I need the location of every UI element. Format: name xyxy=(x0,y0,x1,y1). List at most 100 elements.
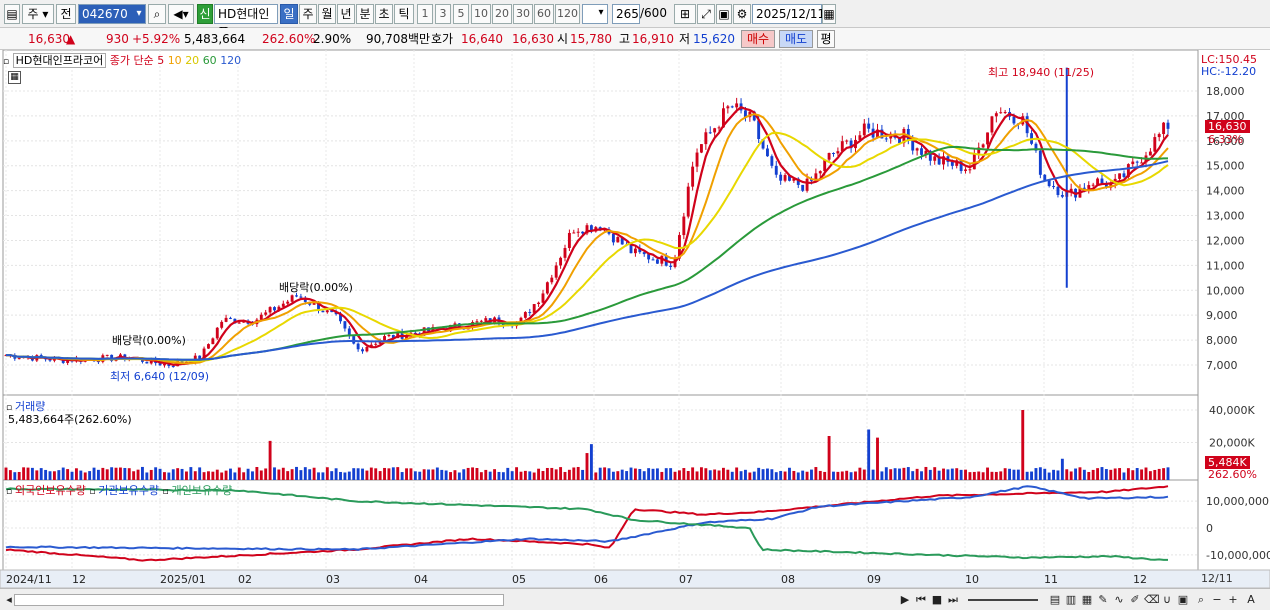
stock-name-field[interactable]: HD현대인프 xyxy=(214,4,278,39)
average-button[interactable]: 평 xyxy=(817,30,835,48)
high-annotation: 최고 18,940 (11/25) xyxy=(988,66,1095,79)
gear-icon[interactable]: ⚙ xyxy=(733,4,751,24)
volume-bar xyxy=(444,470,448,480)
period-minute[interactable]: 분 xyxy=(356,4,374,24)
eraser-icon[interactable]: ⌫ xyxy=(1144,593,1160,607)
volume-bar xyxy=(299,470,303,480)
grid-icon[interactable]: ▦ xyxy=(1080,593,1094,607)
volume-bar xyxy=(858,467,862,480)
volume-bar xyxy=(928,469,932,480)
volume-bar xyxy=(748,472,752,480)
new-badge: 신 xyxy=(197,4,213,24)
volume-bar xyxy=(581,469,585,480)
candle-body xyxy=(273,307,276,311)
play-icon[interactable]: ▶ xyxy=(898,593,912,607)
window-menu-icon[interactable]: ▤ xyxy=(4,4,20,24)
volume-bar xyxy=(1047,472,1051,480)
volume-bar xyxy=(964,469,967,480)
fast-forward-icon[interactable]: ⏭ xyxy=(946,593,960,607)
volume-bar xyxy=(1109,469,1113,480)
candle-body xyxy=(554,265,558,278)
foreign-holding-label: 외국인보유수량 xyxy=(14,484,86,497)
magnet-icon[interactable]: ∪ xyxy=(1160,593,1174,607)
rewind-icon[interactable]: ⏮ xyxy=(914,593,928,607)
scroll-left-icon[interactable]: ◂ xyxy=(4,593,14,607)
search-icon[interactable]: ⌕ xyxy=(148,4,166,24)
font-size-icon[interactable]: A xyxy=(1244,593,1258,607)
layout-icon[interactable]: ▤ xyxy=(1048,593,1062,607)
period-second[interactable]: 초 xyxy=(375,4,393,24)
zoom-out-icon[interactable]: − xyxy=(1210,593,1224,607)
line-tool-icon[interactable]: ∿ xyxy=(1112,593,1126,607)
volume-bar xyxy=(1162,468,1166,480)
period-day[interactable]: 일 xyxy=(280,4,298,24)
interval-20[interactable]: 20 xyxy=(492,4,512,24)
table-icon[interactable]: ▦ xyxy=(8,71,21,84)
tool-icon[interactable]: ✎ xyxy=(1096,593,1110,607)
volume-bar xyxy=(193,471,197,480)
interval-60[interactable]: 60 xyxy=(534,4,554,24)
volume-bar xyxy=(400,472,404,480)
candle-body xyxy=(1118,173,1122,179)
volume-bar xyxy=(660,471,664,480)
candle-body xyxy=(145,361,149,364)
price-tick-label: 9,000 xyxy=(1206,309,1238,322)
calendar-icon[interactable]: ▦ xyxy=(822,4,836,24)
volume-bar xyxy=(972,471,976,480)
candle-body xyxy=(545,282,549,294)
crosshair-icon[interactable]: ⤢ xyxy=(697,4,715,24)
volume-bar xyxy=(374,468,378,480)
volume-bar xyxy=(92,467,96,480)
image-icon[interactable]: ▣ xyxy=(1176,593,1190,607)
volume-bar xyxy=(202,472,206,480)
candle-body xyxy=(361,349,364,352)
sell-button[interactable]: 매도 xyxy=(779,30,813,48)
volume-bar xyxy=(510,471,514,480)
chart-type-icon[interactable]: ⊞ xyxy=(674,4,696,24)
candle-body xyxy=(1100,178,1104,184)
candle-body xyxy=(567,232,571,249)
volume-bar xyxy=(704,468,708,480)
volume-percent-tag: 262.60% xyxy=(1208,468,1257,481)
volume-bar xyxy=(783,471,787,480)
period-week[interactable]: 주 xyxy=(299,4,317,24)
interval-1[interactable]: 1 xyxy=(417,4,433,24)
period-month[interactable]: 월 xyxy=(318,4,336,24)
candle-body xyxy=(1148,151,1152,156)
date-input[interactable]: 2025/12/11 xyxy=(752,4,825,24)
prev-button[interactable]: 전 xyxy=(56,4,76,24)
chart-canvas[interactable]: 18,00017,00016,00015,00014,00013,00012,0… xyxy=(0,50,1270,588)
interval-5[interactable]: 5 xyxy=(453,4,469,24)
volume-bar xyxy=(325,467,329,480)
compare-icon[interactable]: ▥ xyxy=(1064,593,1078,607)
interval-120[interactable]: 120 xyxy=(555,4,580,24)
stop-icon[interactable]: ■ xyxy=(930,593,944,607)
volume-bar xyxy=(1016,469,1020,480)
interval-30[interactable]: 30 xyxy=(513,4,533,24)
chart-area[interactable]: 18,000 17,000 16,000 15,000 14,000 13,000 12,0… xyxy=(0,50,1270,610)
volume-bar xyxy=(4,467,8,480)
draw-tool-icon[interactable]: ✐ xyxy=(1128,593,1142,607)
volume-bar xyxy=(110,467,114,480)
scroll-track[interactable] xyxy=(14,594,504,606)
chevron-down-icon[interactable]: ▾ xyxy=(594,4,608,24)
magnify-icon[interactable]: ⌕ xyxy=(1194,593,1208,607)
zoom-slider[interactable] xyxy=(968,599,1038,601)
ask-price-1: 16,640 xyxy=(461,32,503,46)
interval-3[interactable]: 3 xyxy=(435,4,451,24)
zoom-in-icon[interactable]: + xyxy=(1226,593,1240,607)
save-icon[interactable]: ▣ xyxy=(716,4,732,24)
interval-10[interactable]: 10 xyxy=(471,4,491,24)
chevron-down-icon[interactable]: ▾ xyxy=(132,5,146,23)
market-select[interactable]: 주 ▾ xyxy=(22,4,54,24)
volume-tick-label: 40,000K xyxy=(1209,404,1255,417)
volume-bar xyxy=(198,467,202,480)
candle-body xyxy=(968,169,972,171)
volume-bar xyxy=(211,471,215,480)
count-input[interactable]: 265 xyxy=(612,4,640,24)
speaker-icon[interactable]: ◀▾ xyxy=(168,4,194,24)
period-year[interactable]: 년 xyxy=(337,4,355,24)
volume-bar xyxy=(281,467,285,480)
period-tick[interactable]: 틱 xyxy=(394,4,414,24)
buy-button[interactable]: 매수 xyxy=(741,30,775,48)
